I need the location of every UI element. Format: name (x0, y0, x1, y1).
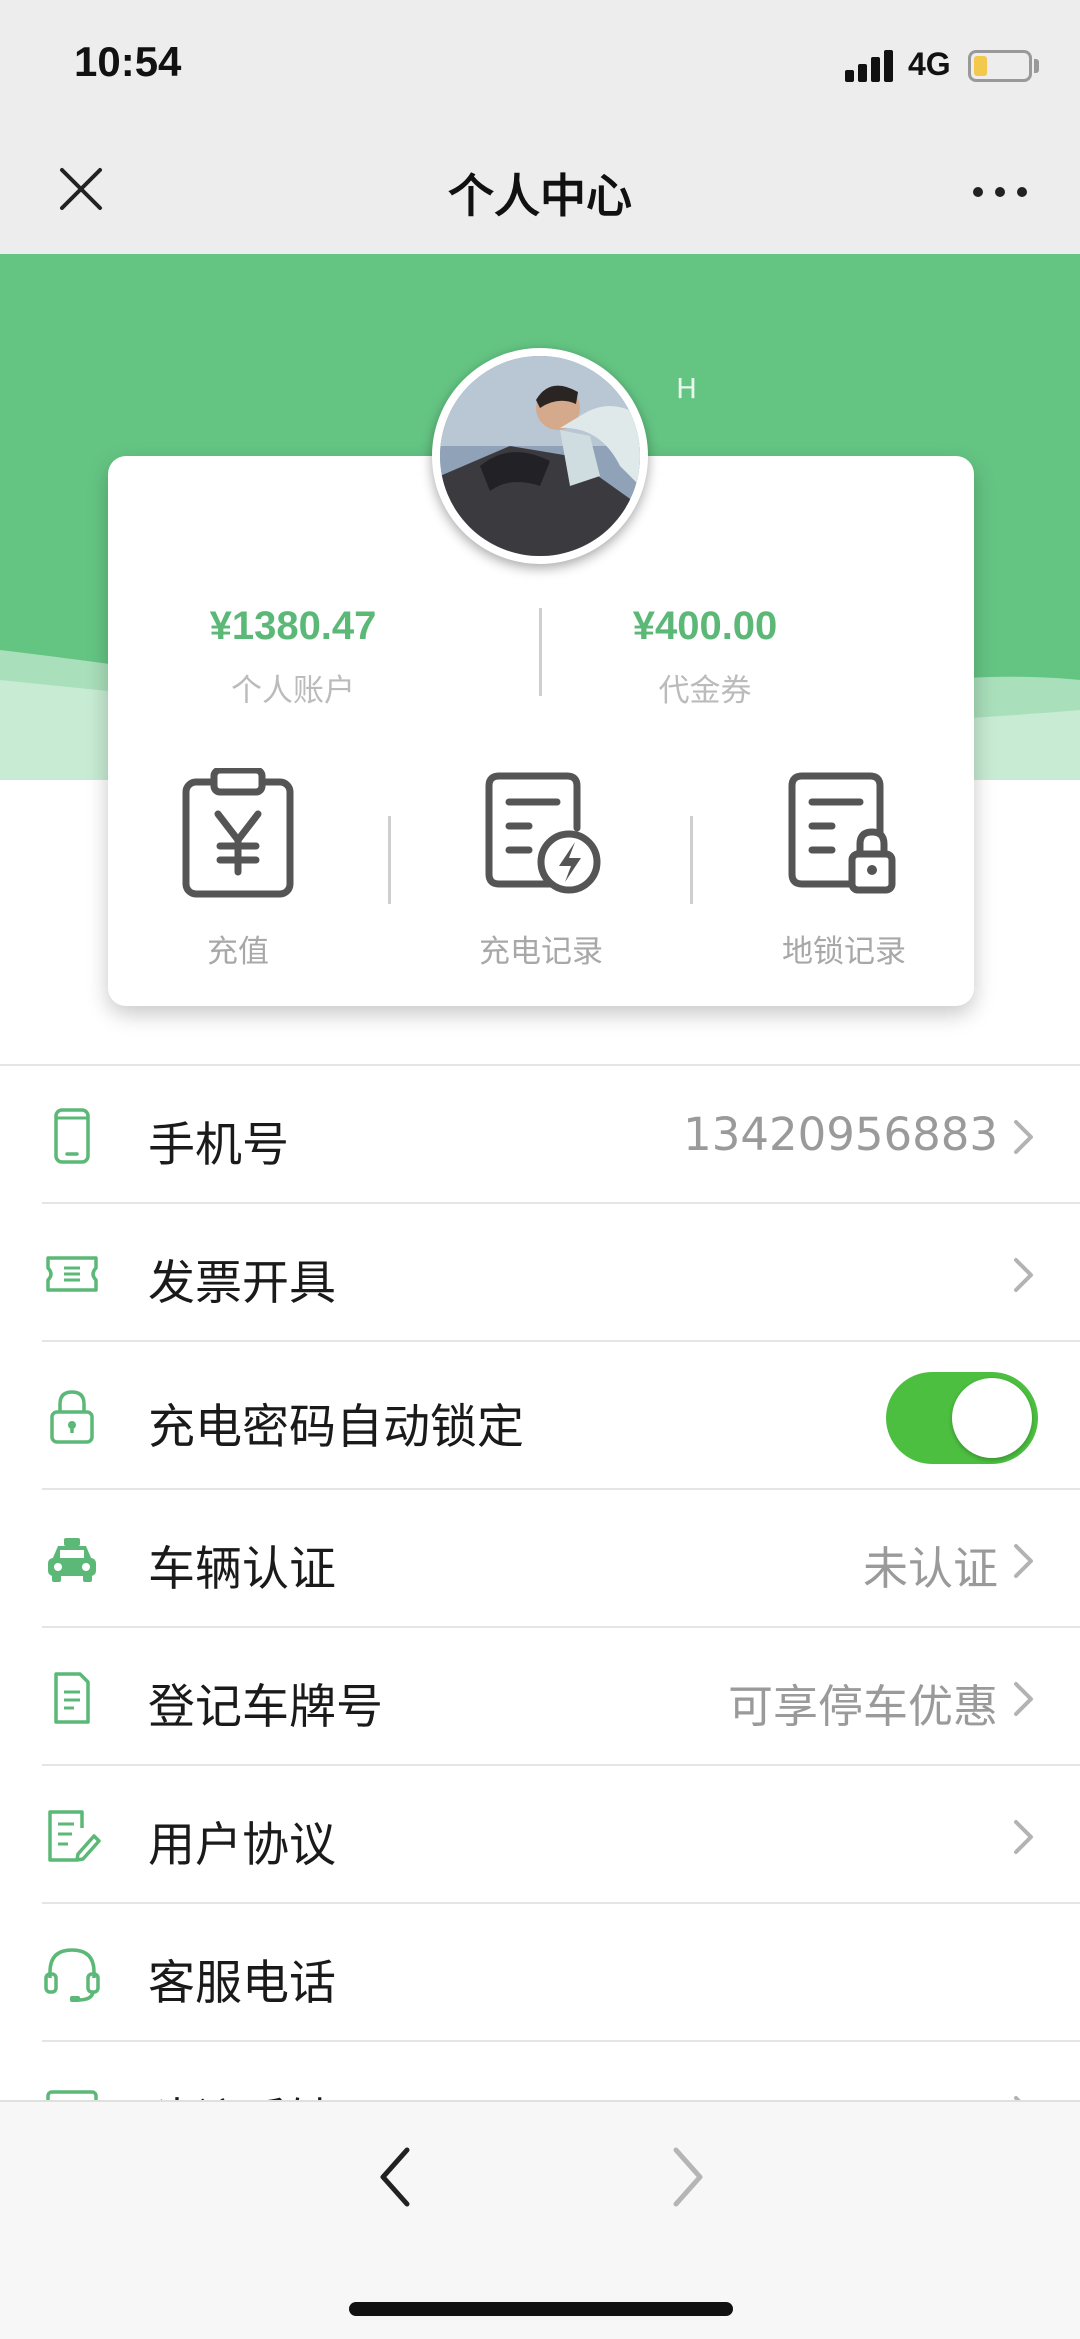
divider (539, 608, 542, 696)
list-item-label: 客服电话 (148, 1956, 336, 2011)
lock-record-icon (788, 772, 896, 894)
chevron-right-icon[interactable] (668, 2144, 708, 2210)
list-item-auto-lock: 充电密码自动锁定 (0, 1342, 1080, 1490)
recharge-button[interactable]: 充值 (128, 768, 348, 971)
chevron-left-icon[interactable] (375, 2144, 415, 2210)
status-bar: 10:54 4G (0, 0, 1080, 130)
action-label: 地锁记录 (782, 934, 906, 970)
list-item-label: 充电密码自动锁定 (148, 1400, 524, 1455)
list-item-label: 车辆认证 (148, 1542, 336, 1597)
chevron-right-icon (1014, 1682, 1033, 1716)
charge-record-bolt-icon (485, 772, 601, 894)
phone-number: 13420956883 (683, 1108, 998, 1161)
home-indicator[interactable] (349, 2302, 733, 2316)
chevron-right-icon (1014, 1258, 1033, 1292)
balance-amount: ¥1380.47 (209, 604, 377, 648)
avatar[interactable] (432, 348, 648, 564)
vehicle-auth-status: 未认证 (862, 1542, 998, 1595)
ticket-icon (46, 1256, 98, 1292)
coupon-block[interactable]: ¥400.00 代金券 (560, 604, 850, 710)
list-item-user-agreement[interactable]: 用户协议 (0, 1766, 1080, 1904)
list-item-customer-service[interactable]: 客服电话 (0, 1904, 1080, 2042)
page-title: 个人中心 (448, 169, 632, 223)
battery-icon (968, 50, 1032, 82)
battery-nub (1034, 59, 1039, 73)
headset-icon (44, 1948, 100, 2002)
network-type: 4G (908, 46, 951, 82)
nav-bar: 个人中心 (0, 130, 1080, 254)
car-icon (48, 1538, 96, 1582)
avatar-photo (440, 356, 640, 556)
action-label: 充值 (207, 934, 269, 970)
more-dots-icon[interactable] (970, 180, 1030, 204)
lock-record-button[interactable]: 地锁记录 (734, 768, 954, 971)
action-label: 充电记录 (479, 934, 603, 970)
balance-block[interactable]: ¥1380.47 个人账户 (148, 604, 438, 710)
balance-label: 个人账户 (231, 673, 355, 709)
list-item-invoice[interactable]: 发票开具 (0, 1204, 1080, 1342)
list-item-label: 发票开具 (148, 1256, 336, 1311)
status-time: 10:54 (74, 38, 182, 85)
plate-register-hint: 可享停车优惠 (727, 1680, 998, 1733)
chevron-right-icon (1014, 1544, 1033, 1578)
coupon-label: 代金券 (658, 673, 752, 709)
chevron-right-icon (1014, 1820, 1033, 1854)
charge-record-button[interactable]: 充电记录 (431, 768, 651, 971)
agreement-edit-icon (48, 1810, 101, 1862)
list-item-label: 手机号 (148, 1118, 289, 1173)
list-item-label: 登记车牌号 (148, 1680, 383, 1735)
list-item-phone[interactable]: 手机号 13420956883 (0, 1066, 1080, 1204)
divider (388, 816, 391, 904)
divider (690, 816, 693, 904)
document-icon (54, 1672, 90, 1724)
user-name: H (676, 372, 698, 405)
lock-icon (50, 1390, 94, 1444)
chevron-right-icon (1014, 1120, 1033, 1154)
coupon-amount: ¥400.00 (632, 604, 778, 648)
list-item-vehicle-auth[interactable]: 车辆认证 未认证 (0, 1490, 1080, 1628)
settings-list: 手机号 13420956883 发票开具 充电密码自动锁定 车辆认证 未认证 登… (0, 1064, 1080, 2180)
toggle-knob (952, 1378, 1032, 1458)
signal-icon (845, 50, 897, 82)
list-item-plate-register[interactable]: 登记车牌号 可享停车优惠 (0, 1628, 1080, 1766)
auto-lock-toggle[interactable] (886, 1372, 1038, 1464)
list-item-label: 用户协议 (148, 1818, 336, 1873)
battery-level (974, 56, 987, 76)
recharge-clipboard-yen-icon (182, 768, 294, 898)
phone-icon (54, 1108, 90, 1164)
